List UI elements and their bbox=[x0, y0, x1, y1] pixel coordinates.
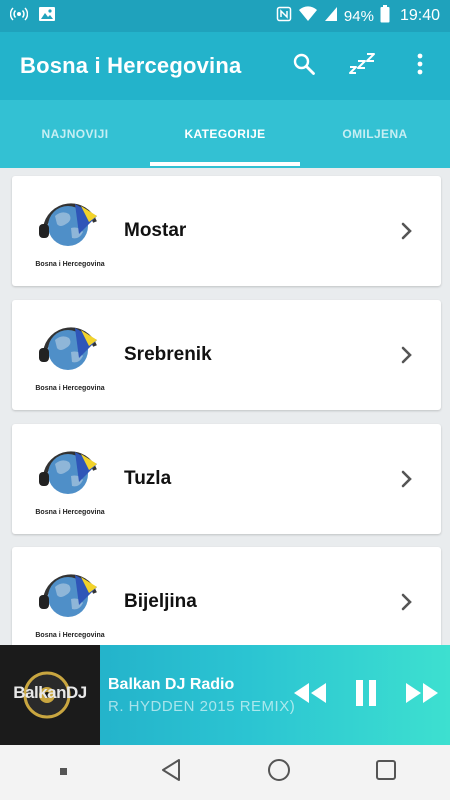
chevron-right-icon bbox=[395, 219, 419, 243]
home-circle-icon bbox=[267, 758, 291, 787]
battery-icon bbox=[380, 5, 390, 27]
now-playing-info: Balkan DJ Radio R. HYDDEN 2015 REMIX) bbox=[108, 676, 298, 715]
globe-headphones-flag-icon bbox=[35, 318, 105, 383]
station-artwork: BalkanDJ bbox=[0, 645, 100, 745]
recents-square-icon bbox=[374, 758, 398, 787]
battery-percent: 94% bbox=[343, 7, 374, 25]
globe-headphones-flag-icon bbox=[35, 442, 105, 507]
category-logo: Bosna i Hercegovina bbox=[30, 315, 110, 395]
category-label: Srebrenik bbox=[124, 344, 212, 365]
status-right: 94% 19:40 bbox=[276, 5, 440, 27]
fast-forward-button[interactable] bbox=[402, 675, 442, 715]
overflow-menu-button[interactable] bbox=[402, 48, 438, 84]
category-label: Bijeljina bbox=[124, 591, 197, 612]
player-controls bbox=[290, 645, 442, 745]
square-dot-icon bbox=[59, 764, 69, 782]
globe-headphones-flag-icon bbox=[35, 565, 105, 630]
category-card-tuzla[interactable]: Bosna i Hercegovina Tuzla bbox=[12, 424, 441, 534]
mini-player[interactable]: BalkanDJ Balkan DJ Radio R. HYDDEN 2015 … bbox=[0, 645, 450, 745]
pause-icon bbox=[354, 679, 378, 712]
search-icon bbox=[292, 52, 316, 81]
chevron-right-icon bbox=[395, 467, 419, 491]
chevron-right-icon bbox=[395, 343, 419, 367]
tab-bar: NAJNOVIJI KATEGORIJE OMILJENA bbox=[0, 100, 450, 168]
app-actions bbox=[286, 32, 438, 100]
app-title: Bosna i Hercegovina bbox=[20, 53, 242, 78]
back-button[interactable] bbox=[147, 749, 195, 797]
track-title: R. HYDDEN 2015 REMIX) bbox=[108, 697, 296, 715]
home-button[interactable] bbox=[255, 749, 303, 797]
category-card-srebrenik[interactable]: Bosna i Hercegovina Srebrenik bbox=[12, 300, 441, 410]
radio-broadcast-icon bbox=[9, 5, 29, 27]
status-left bbox=[9, 5, 56, 27]
wifi-icon bbox=[298, 6, 318, 26]
category-card-bijeljina[interactable]: Bosna i Hercegovina Bijeljina bbox=[12, 547, 441, 657]
logo-caption: Bosna i Hercegovina bbox=[35, 261, 105, 268]
category-label: Tuzla bbox=[124, 468, 172, 489]
sleep-zzz-icon bbox=[348, 52, 376, 81]
station-name: Balkan DJ Radio bbox=[108, 675, 235, 693]
category-label: Mostar bbox=[124, 220, 187, 241]
status-time: 19:40 bbox=[399, 7, 440, 24]
system-nav-bar bbox=[0, 745, 450, 800]
more-vertical-icon bbox=[417, 53, 423, 80]
tab-omiljena[interactable]: OMILJENA bbox=[300, 100, 450, 168]
logo-caption: Bosna i Hercegovina bbox=[35, 385, 105, 392]
fast-forward-icon bbox=[404, 681, 440, 710]
tab-najnoviji[interactable]: NAJNOVIJI bbox=[0, 100, 150, 168]
nav-dot-button[interactable] bbox=[40, 749, 88, 797]
sleep-timer-button[interactable] bbox=[344, 48, 380, 84]
image-notification-icon bbox=[38, 6, 56, 26]
nfc-icon bbox=[276, 6, 292, 26]
globe-headphones-flag-icon bbox=[35, 194, 105, 259]
category-logo: Bosna i Hercegovina bbox=[30, 562, 110, 642]
search-button[interactable] bbox=[286, 48, 322, 84]
rewind-button[interactable] bbox=[290, 675, 330, 715]
logo-caption: Bosna i Hercegovina bbox=[35, 632, 105, 639]
category-card-mostar[interactable]: Bosna i Hercegovina Mostar bbox=[12, 176, 441, 286]
category-logo: Bosna i Hercegovina bbox=[30, 191, 110, 271]
rewind-icon bbox=[292, 681, 328, 710]
pause-button[interactable] bbox=[346, 675, 386, 715]
status-bar: 94% 19:40 bbox=[0, 0, 450, 32]
station-logo-text: BalkanDJ bbox=[13, 683, 87, 702]
tab-kategorije[interactable]: KATEGORIJE bbox=[150, 100, 300, 168]
signal-icon bbox=[324, 6, 338, 26]
category-logo: Bosna i Hercegovina bbox=[30, 439, 110, 519]
active-tab-indicator bbox=[150, 162, 300, 166]
chevron-right-icon bbox=[395, 590, 419, 614]
logo-caption: Bosna i Hercegovina bbox=[35, 509, 105, 516]
recents-button[interactable] bbox=[362, 749, 410, 797]
app-bar: Bosna i Hercegovina bbox=[0, 32, 450, 100]
back-triangle-icon bbox=[160, 758, 182, 787]
